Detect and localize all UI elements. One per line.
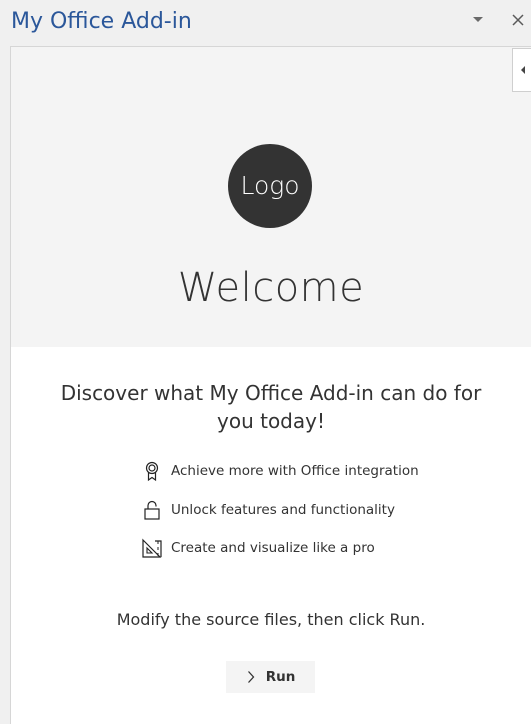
design-icon xyxy=(142,538,162,558)
run-button[interactable]: Run xyxy=(226,661,315,693)
ribbon-icon xyxy=(145,461,159,482)
collapse-panel-tab[interactable] xyxy=(512,48,531,92)
welcome-title: Welcome xyxy=(177,265,365,311)
logo: Logo xyxy=(228,144,312,228)
addin-content: Logo Welcome Discover what My Office Add… xyxy=(10,46,531,724)
feature-list: Achieve more with Office integration Unl… xyxy=(141,460,511,576)
caret-down-icon xyxy=(473,17,483,22)
feature-text: Unlock features and functionality xyxy=(171,501,395,518)
taskpane-title: My Office Add-in xyxy=(11,9,192,34)
caret-left-icon xyxy=(521,66,525,74)
taskpane-close-button[interactable] xyxy=(508,10,528,30)
feature-item: Achieve more with Office integration xyxy=(141,460,511,499)
welcome-header: Logo Welcome xyxy=(11,47,531,347)
taskpane: My Office Add-in Logo Welcome Discover w… xyxy=(0,0,531,724)
close-icon xyxy=(512,14,524,26)
unlock-icon xyxy=(144,500,160,520)
chevron-right-icon xyxy=(247,671,255,683)
instructions-text: Modify the source files, then click Run. xyxy=(116,610,426,629)
taskpane-options-button[interactable] xyxy=(468,12,488,28)
feature-item: Create and visualize like a pro xyxy=(141,537,511,576)
run-button-label: Run xyxy=(265,669,296,685)
main-heading: Discover what My Office Add-in can do fo… xyxy=(60,381,482,433)
taskpane-titlebar: My Office Add-in xyxy=(0,0,531,46)
feature-text: Create and visualize like a pro xyxy=(171,540,375,556)
feature-text: Achieve more with Office integration xyxy=(171,463,419,479)
feature-item: Unlock features and functionality xyxy=(141,499,511,538)
